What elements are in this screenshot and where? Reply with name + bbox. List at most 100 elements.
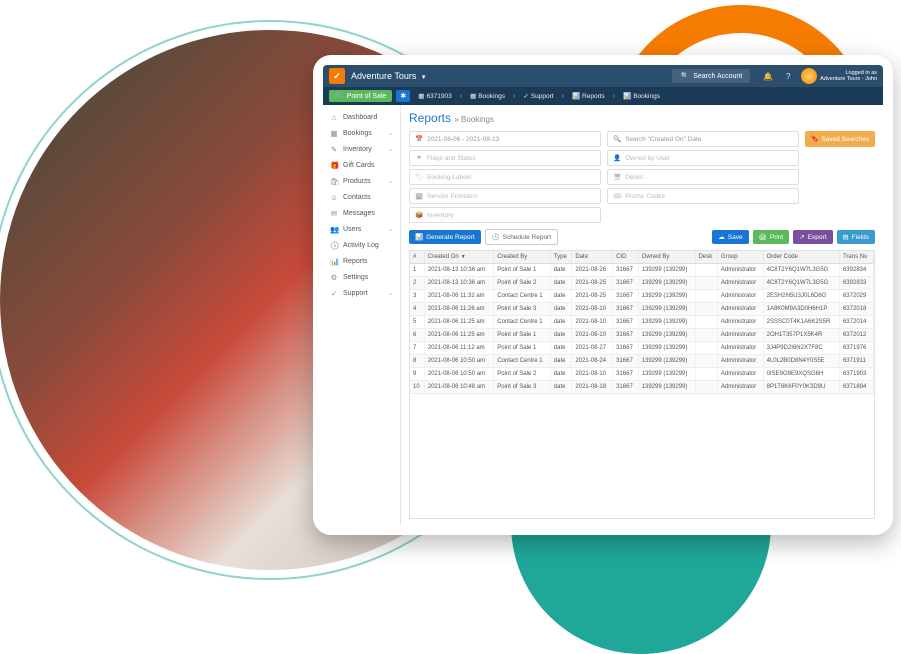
table-cell: 2021-08-25 [572, 290, 613, 303]
table-cell: 6392834 [839, 264, 873, 277]
table-cell: 2021-08-06 10:48 am [424, 381, 494, 394]
breadcrumb-reports[interactable]: 📊Reports [568, 90, 609, 102]
table-row[interactable]: 92021-08-06 10:50 amPoint of Sale 2date2… [410, 368, 874, 381]
column-header[interactable]: CID [613, 251, 639, 264]
generate-report-button[interactable]: 📊Generate Report [409, 230, 481, 244]
bookmark-icon: 🔖 [811, 136, 819, 143]
table-row[interactable]: 22021-08-13 10:36 amPoint of Sale 2date2… [410, 277, 874, 290]
chart-icon: 📊 [623, 92, 631, 100]
breadcrumb-bookings-2[interactable]: 📊Bookings [619, 90, 664, 102]
cart-icon: 🛒 [335, 92, 344, 100]
column-header[interactable]: Type [550, 251, 572, 264]
ticket-icon: 🎟 [613, 192, 621, 200]
breadcrumb-bookings[interactable]: ▦Bookings [466, 90, 509, 102]
box-icon: 📦 [415, 211, 423, 219]
sidebar-item-messages[interactable]: ✉ Messages [323, 205, 400, 221]
sidebar-item-label: Messages [343, 210, 375, 217]
sidebar-item-reports[interactable]: 📊Reports [323, 253, 400, 269]
breadcrumb-support[interactable]: ✓Support [519, 90, 557, 102]
table-row[interactable]: 82021-08-06 10:50 amContact Centre 1date… [410, 355, 874, 368]
table-cell: 6372018 [839, 303, 873, 316]
table-row[interactable]: 32021-08-06 11:32 amContact Centre 1date… [410, 290, 874, 303]
sidebar-item-gift-cards[interactable]: 🎁Gift Cards [323, 157, 400, 173]
column-header[interactable]: Date [572, 251, 613, 264]
column-header[interactable]: Created By [494, 251, 551, 264]
quick-action-button[interactable]: ✱ [396, 90, 410, 102]
table-cell: 6 [410, 329, 424, 342]
logged-in-info[interactable]: Logged in as Adventure Tours - John [820, 70, 877, 82]
table-row[interactable]: 72021-08-06 11:12 amPoint of Sale 1date2… [410, 342, 874, 355]
table-row[interactable]: 62021-08-06 11:25 amPoint of Sale 1date2… [410, 329, 874, 342]
help-icon[interactable]: ? [781, 69, 795, 83]
sidebar-item-support[interactable]: ✓Support⌄ [323, 285, 400, 301]
sidebar-item-users[interactable]: 👥Users⌄ [323, 221, 400, 237]
sidebar-item-contacts[interactable]: ☺Contacts [323, 189, 400, 205]
nav-icon: ✎ [330, 145, 338, 154]
search-created-input[interactable]: 🔍Search "Created On" Date [607, 131, 799, 147]
sidebar-item-dashboard[interactable]: ⌂Dashboard [323, 109, 400, 125]
column-header[interactable]: # [410, 251, 424, 264]
sidebar-item-inventory[interactable]: ✎ Inventory ⌄ [323, 141, 400, 157]
table-cell: date [550, 368, 572, 381]
table-cell: Point of Sale 3 [494, 381, 551, 394]
booking-labels-input[interactable]: 🏷Booking Labels [409, 169, 601, 185]
desks-input[interactable]: 🖥Desks [607, 169, 799, 185]
column-header[interactable]: Group [717, 251, 763, 264]
owned-by-user-input[interactable]: 👤Owned by User [607, 150, 799, 166]
table-cell: 139299 (139299) [638, 368, 695, 381]
saved-searches-button[interactable]: 🔖 Saved Searches [805, 131, 875, 147]
app-logo[interactable]: ✓ [329, 68, 345, 84]
table-cell: 5 [410, 316, 424, 329]
search-account-input[interactable]: 🔍 Search Account [672, 69, 750, 83]
table-cell: date [550, 264, 572, 277]
table-cell: 31667 [613, 355, 639, 368]
column-header[interactable]: Created On▼ [424, 251, 494, 264]
column-header[interactable]: Desk [695, 251, 717, 264]
sidebar-item-label: Inventory [343, 146, 372, 153]
column-header[interactable]: Owned By [638, 251, 695, 264]
column-header[interactable]: Order Code [763, 251, 839, 264]
table-cell: 6371976 [839, 342, 873, 355]
table-cell: 2021-08-10 [572, 329, 613, 342]
print-button[interactable]: 🖨Print [753, 230, 790, 244]
date-range-input[interactable]: 📅2021-08-06 - 2021-08-13 [409, 131, 601, 147]
chevron-down-icon: ⌄ [388, 146, 393, 153]
table-cell: Administrator [717, 368, 763, 381]
table-cell: date [550, 303, 572, 316]
sidebar-item-label: Settings [343, 274, 368, 281]
clock-icon: 🕓 [492, 233, 500, 241]
nav-icon: ✉ [330, 209, 338, 218]
table-cell: 2021-08-06 11:12 am [424, 342, 494, 355]
table-cell: 4C8T2Y6Q1W7L3G5G [763, 277, 839, 290]
sidebar-item-activity-log[interactable]: 🕓Activity Log [323, 237, 400, 253]
sidebar-item-bookings[interactable]: ▦Bookings⌄ [323, 125, 400, 141]
table-cell: 31667 [613, 381, 639, 394]
nav-icon: 📊 [330, 257, 338, 266]
sidebar-item-settings[interactable]: ⚙Settings [323, 269, 400, 285]
sidebar-item-products[interactable]: 🛍Products⌄ [323, 173, 400, 189]
nav-icon: ✓ [330, 289, 338, 298]
point-of-sale-button[interactable]: 🛒 Point of Sale [329, 90, 392, 102]
promo-codes-input[interactable]: 🎟Promo Codes [607, 188, 799, 204]
export-button[interactable]: ↗Export [793, 230, 832, 244]
account-switcher[interactable]: Adventure Tours ▾ [351, 71, 425, 81]
table-cell: Point of Sale 2 [494, 368, 551, 381]
schedule-report-button[interactable]: 🕓Schedule Report [485, 229, 559, 245]
table-row[interactable]: 102021-08-06 10:48 amPoint of Sale 3date… [410, 381, 874, 394]
save-button[interactable]: ☁Save [712, 230, 748, 244]
table-row[interactable]: 52021-08-06 11:25 amContact Centre 1date… [410, 316, 874, 329]
fields-button[interactable]: ▤Fields [837, 230, 876, 244]
sidebar-item-label: Contacts [343, 194, 371, 201]
table-row[interactable]: 42021-08-06 11:26 amPoint of Sale 3date2… [410, 303, 874, 316]
service-providers-input[interactable]: 🏢Service Providers [409, 188, 601, 204]
table-cell: 2021-08-06 11:25 am [424, 329, 494, 342]
results-table-container: #Created On▼Created ByTypeDateCIDOwned B… [409, 250, 875, 519]
flags-status-input[interactable]: ⚑Flags and Status [409, 150, 601, 166]
notifications-bell-icon[interactable]: 🔔 [761, 69, 775, 83]
table-cell: Administrator [717, 277, 763, 290]
table-row[interactable]: 12021-08-13 10:36 amPoint of Sale 1date2… [410, 264, 874, 277]
user-avatar[interactable] [801, 68, 817, 84]
inventory-filter-input[interactable]: 📦Inventory [409, 207, 601, 223]
app-title-text: Adventure Tours [351, 71, 416, 81]
column-header[interactable]: Trans Nu [839, 251, 873, 264]
